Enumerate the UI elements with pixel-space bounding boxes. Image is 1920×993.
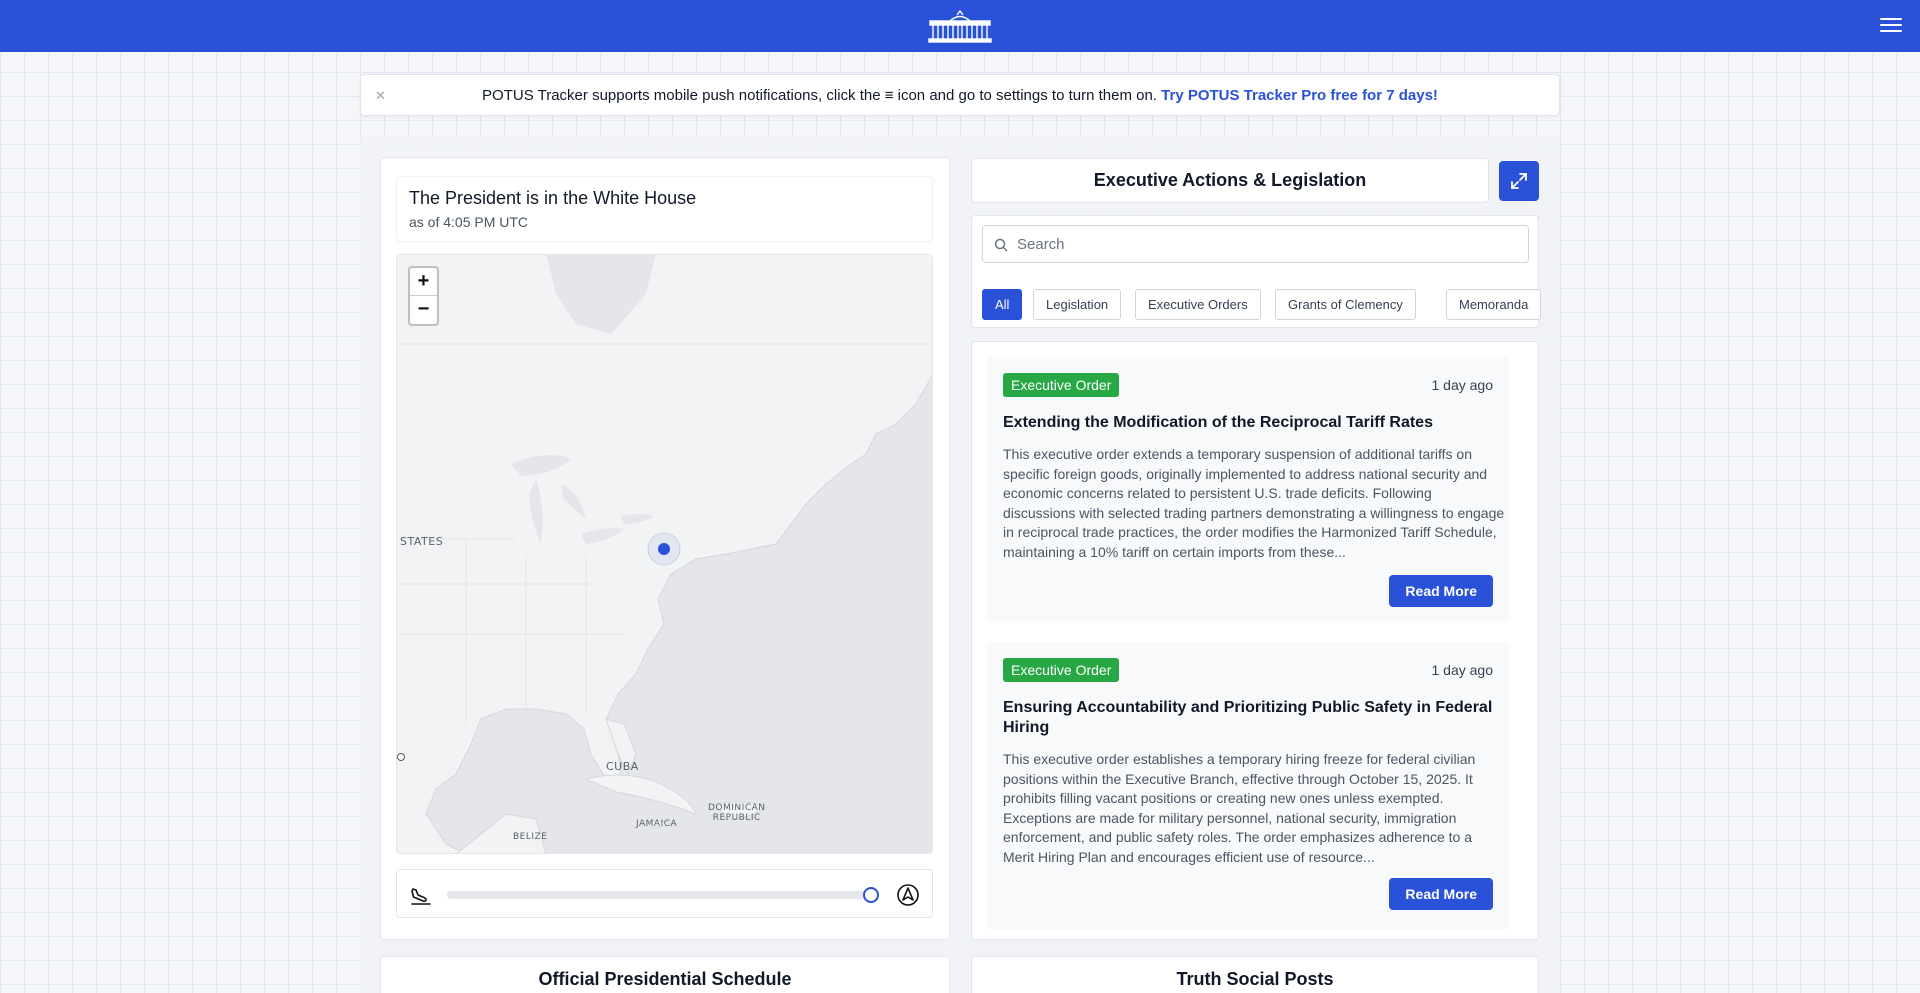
expand-arrows-icon <box>1511 173 1527 189</box>
location-title: The President is in the White House <box>409 188 697 208</box>
map-label-jamaica: JAMAICA <box>636 819 678 829</box>
action-type-badge: Executive Order <box>1003 658 1120 682</box>
hamburger-menu-icon[interactable] <box>1880 15 1902 37</box>
presidential-schedule-card: Official Presidential Schedule <box>380 956 950 993</box>
location-map[interactable]: + − STATES CUBA JAMAICA DOMINICAN REPUBLI… <box>396 254 933 854</box>
timeline-slider-handle[interactable] <box>863 887 879 903</box>
white-house-icon[interactable] <box>928 9 992 43</box>
truth-social-card: Truth Social Posts <box>971 956 1539 993</box>
airplane-departure-icon[interactable] <box>896 883 920 907</box>
pro-trial-link[interactable]: Try POTUS Tracker Pro free for 7 days! <box>1161 87 1438 104</box>
president-location-marker[interactable] <box>646 531 682 567</box>
action-title[interactable]: Ensuring Accountability and Prioritizing… <box>1003 698 1503 738</box>
filter-memoranda[interactable]: Memoranda <box>1446 289 1542 320</box>
filter-grants-of-clemency[interactable]: Grants of Clemency <box>1275 289 1416 320</box>
map-label-belize: BELIZE <box>513 832 548 842</box>
travel-timeline <box>396 869 933 918</box>
action-type-badge: Executive Order <box>1003 373 1120 397</box>
map-label-states: STATES <box>400 535 444 548</box>
map-label-cuba: CUBA <box>606 760 639 773</box>
timeline-slider-track[interactable] <box>447 887 879 903</box>
airplane-landing-icon[interactable] <box>409 883 433 907</box>
actions-list: Executive Order 1 day ago Extending the … <box>971 341 1539 940</box>
map-label-dominican-republic: DOMINICAN REPUBLIC <box>708 803 766 823</box>
presidential-schedule-title: Official Presidential Schedule <box>538 969 792 989</box>
action-title[interactable]: Extending the Modification of the Recipr… <box>1003 413 1503 433</box>
location-status: The President is in the White House as o… <box>396 176 933 242</box>
search-input[interactable] <box>1017 226 1517 262</box>
action-age: 1 day ago <box>1431 377 1494 393</box>
truth-social-title: Truth Social Posts <box>1176 969 1334 989</box>
read-more-button[interactable]: Read More <box>1389 878 1493 910</box>
notification-banner: ✕ POTUS Tracker supports mobile push not… <box>360 74 1560 116</box>
action-summary: This executive order extends a temporary… <box>1003 446 1505 560</box>
filter-executive-orders[interactable]: Executive Orders <box>1135 289 1261 320</box>
executive-actions-title: Executive Actions & Legislation <box>971 158 1489 203</box>
close-icon[interactable]: ✕ <box>375 75 386 117</box>
zoom-out-button[interactable]: − <box>410 296 437 324</box>
top-navigation-bar <box>0 0 1920 52</box>
zoom-in-button[interactable]: + <box>410 268 437 296</box>
action-age: 1 day ago <box>1431 662 1494 678</box>
location-timestamp: as of 4:05 PM UTC <box>409 214 529 230</box>
timeline-slider-fill <box>447 891 871 899</box>
action-item: Executive Order 1 day ago Extending the … <box>987 357 1509 623</box>
filter-all[interactable]: All <box>982 289 1023 320</box>
map-small-marker <box>397 753 405 761</box>
search-icon <box>994 238 1008 252</box>
action-item: Executive Order 1 day ago Ensuring Accou… <box>987 642 1509 930</box>
action-summary: This executive order establishes a tempo… <box>1003 751 1476 865</box>
read-more-button[interactable]: Read More <box>1389 575 1493 607</box>
actions-filter-panel: All Legislation Executive Orders Grants … <box>971 215 1542 328</box>
filter-legislation[interactable]: Legislation <box>1033 289 1122 320</box>
expand-button[interactable] <box>1499 161 1539 201</box>
map-zoom-controls: + − <box>408 266 439 326</box>
notice-message: POTUS Tracker supports mobile push notif… <box>482 87 1157 104</box>
search-box <box>982 225 1529 263</box>
